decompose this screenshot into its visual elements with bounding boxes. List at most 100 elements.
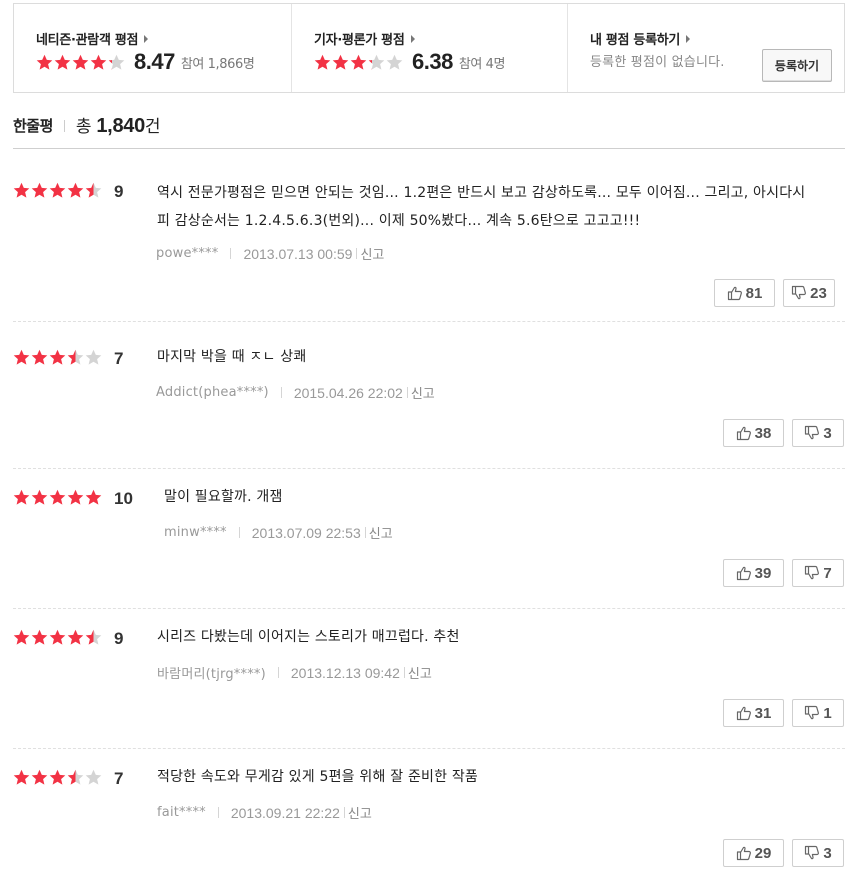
star-icon bbox=[31, 489, 48, 505]
review-user: fait**** bbox=[157, 805, 206, 820]
star-icon bbox=[67, 489, 84, 505]
downvote-button[interactable]: 7 bbox=[792, 559, 844, 587]
upvote-count: 29 bbox=[754, 844, 772, 862]
netizen-participants: 참여 1,866명 bbox=[180, 56, 255, 72]
report-link[interactable]: 신고 bbox=[348, 803, 372, 822]
star-icon bbox=[54, 54, 71, 70]
star-icon bbox=[13, 629, 30, 645]
my-rating-empty-text: 등록한 평점이 없습니다. bbox=[590, 55, 725, 70]
star-icon bbox=[49, 182, 66, 198]
review-score: 9 bbox=[114, 182, 124, 201]
review-total-count: 1,840 bbox=[96, 115, 145, 137]
review-date: 2013.07.09 22:53 bbox=[251, 524, 361, 541]
star-icon bbox=[85, 489, 102, 505]
divider bbox=[403, 667, 405, 678]
review-score: 10 bbox=[114, 489, 133, 508]
thumbs-up-icon bbox=[727, 286, 742, 301]
divider bbox=[63, 120, 65, 132]
star-icon bbox=[90, 54, 107, 70]
review-user: powe**** bbox=[156, 246, 219, 261]
upvote-button[interactable]: 31 bbox=[723, 699, 784, 727]
star-icon bbox=[314, 54, 331, 70]
review-total-prefix: 총 bbox=[75, 117, 97, 137]
report-link[interactable]: 신고 bbox=[369, 523, 393, 542]
star-icon bbox=[49, 769, 66, 785]
thumbs-up-icon bbox=[736, 706, 751, 721]
upvote-count: 31 bbox=[754, 704, 772, 722]
star-icon bbox=[36, 54, 53, 70]
critic-rating-title[interactable]: 기자·평론가 평점 bbox=[314, 33, 405, 48]
my-rating: 내 평점 등록하기 등록한 평점이 없습니다. 등록하기 bbox=[567, 4, 844, 92]
my-rating-title[interactable]: 내 평점 등록하기 bbox=[590, 33, 680, 48]
downvote-button[interactable]: 1 bbox=[792, 699, 844, 727]
thumbs-down-icon bbox=[805, 565, 820, 580]
review-score: 7 bbox=[114, 769, 124, 788]
arrow-right-icon bbox=[686, 35, 691, 43]
review-score: 9 bbox=[114, 629, 124, 648]
netizen-star-rating bbox=[36, 54, 125, 71]
star-icon bbox=[31, 769, 48, 785]
review-total: 총 1,840건 bbox=[75, 112, 161, 138]
star-icon bbox=[31, 629, 48, 645]
upvote-button[interactable]: 38 bbox=[723, 419, 784, 447]
review-meta: powe**** 2013.07.13 00:59 신고 bbox=[156, 244, 384, 264]
divider bbox=[277, 667, 279, 678]
star-icon bbox=[67, 769, 84, 785]
upvote-count: 38 bbox=[754, 424, 772, 442]
downvote-button[interactable]: 3 bbox=[792, 839, 844, 867]
my-rating-link[interactable]: 내 평점 등록하기 bbox=[590, 29, 691, 48]
downvote-button[interactable]: 23 bbox=[783, 279, 835, 307]
review-star-rating bbox=[13, 769, 102, 786]
thumbs-down-icon bbox=[805, 705, 820, 720]
review-item: 9 시리즈 다봤는데 이어지는 스토리가 매끄럽다. 추천 바람머리(tjrg*… bbox=[13, 609, 845, 749]
section-title: 한줄평 bbox=[13, 117, 53, 135]
netizen-score: 8.47 bbox=[134, 49, 175, 74]
review-date: 2013.07.13 00:59 bbox=[243, 245, 353, 262]
report-link[interactable]: 신고 bbox=[408, 663, 432, 682]
divider bbox=[217, 807, 219, 818]
star-icon bbox=[31, 349, 48, 365]
downvote-count: 23 bbox=[810, 284, 827, 302]
star-icon bbox=[13, 182, 30, 198]
divider bbox=[230, 248, 232, 259]
star-icon bbox=[350, 54, 367, 70]
divider bbox=[364, 527, 366, 538]
star-icon bbox=[49, 629, 66, 645]
upvote-count: 81 bbox=[745, 284, 763, 302]
review-item: 10 말이 필요할까. 개잼 minw**** 2013.07.09 22:53… bbox=[13, 469, 845, 609]
review-score: 7 bbox=[114, 349, 124, 368]
review-user: 바람머리(tjrg****) bbox=[157, 667, 266, 682]
star-icon bbox=[13, 769, 30, 785]
critic-rating-link[interactable]: 기자·평론가 평점 bbox=[314, 29, 415, 48]
star-icon bbox=[85, 182, 102, 198]
divider bbox=[238, 527, 240, 538]
upvote-button[interactable]: 39 bbox=[723, 559, 784, 587]
upvote-button[interactable]: 29 bbox=[723, 839, 784, 867]
review-date: 2015.04.26 22:02 bbox=[293, 384, 403, 401]
downvote-count: 3 bbox=[823, 424, 832, 442]
downvote-count: 1 bbox=[823, 704, 832, 722]
rating-summary: 네티즌·관람객 평점 8.47 참여 1,866명 기자·평론가 평점 6.38… bbox=[13, 3, 845, 93]
review-star-rating bbox=[13, 349, 102, 366]
review-meta: fait**** 2013.09.21 22:22 신고 bbox=[157, 803, 372, 823]
netizen-rating-title[interactable]: 네티즌·관람객 평점 bbox=[36, 33, 138, 48]
report-link[interactable]: 신고 bbox=[411, 383, 435, 402]
critic-star-rating bbox=[314, 54, 403, 71]
star-icon bbox=[85, 349, 102, 365]
critic-score: 6.38 bbox=[412, 49, 453, 74]
critic-rating: 기자·평론가 평점 6.38 참여 4명 bbox=[291, 4, 567, 92]
review-item: 9 역시 전문가평점은 믿으면 안되는 것임... 1.2편은 반드시 보고 감… bbox=[13, 182, 845, 322]
report-link[interactable]: 신고 bbox=[360, 244, 384, 263]
star-icon bbox=[85, 629, 102, 645]
star-icon bbox=[31, 182, 48, 198]
arrow-right-icon bbox=[144, 35, 149, 43]
star-icon bbox=[49, 349, 66, 365]
downvote-button[interactable]: 3 bbox=[792, 419, 844, 447]
netizen-rating-link[interactable]: 네티즌·관람객 평점 bbox=[36, 29, 149, 48]
star-icon bbox=[49, 489, 66, 505]
review-star-rating bbox=[13, 629, 102, 646]
upvote-button[interactable]: 81 bbox=[714, 279, 775, 307]
register-rating-button[interactable]: 등록하기 bbox=[762, 49, 832, 82]
star-icon bbox=[386, 54, 403, 70]
divider bbox=[343, 807, 345, 818]
